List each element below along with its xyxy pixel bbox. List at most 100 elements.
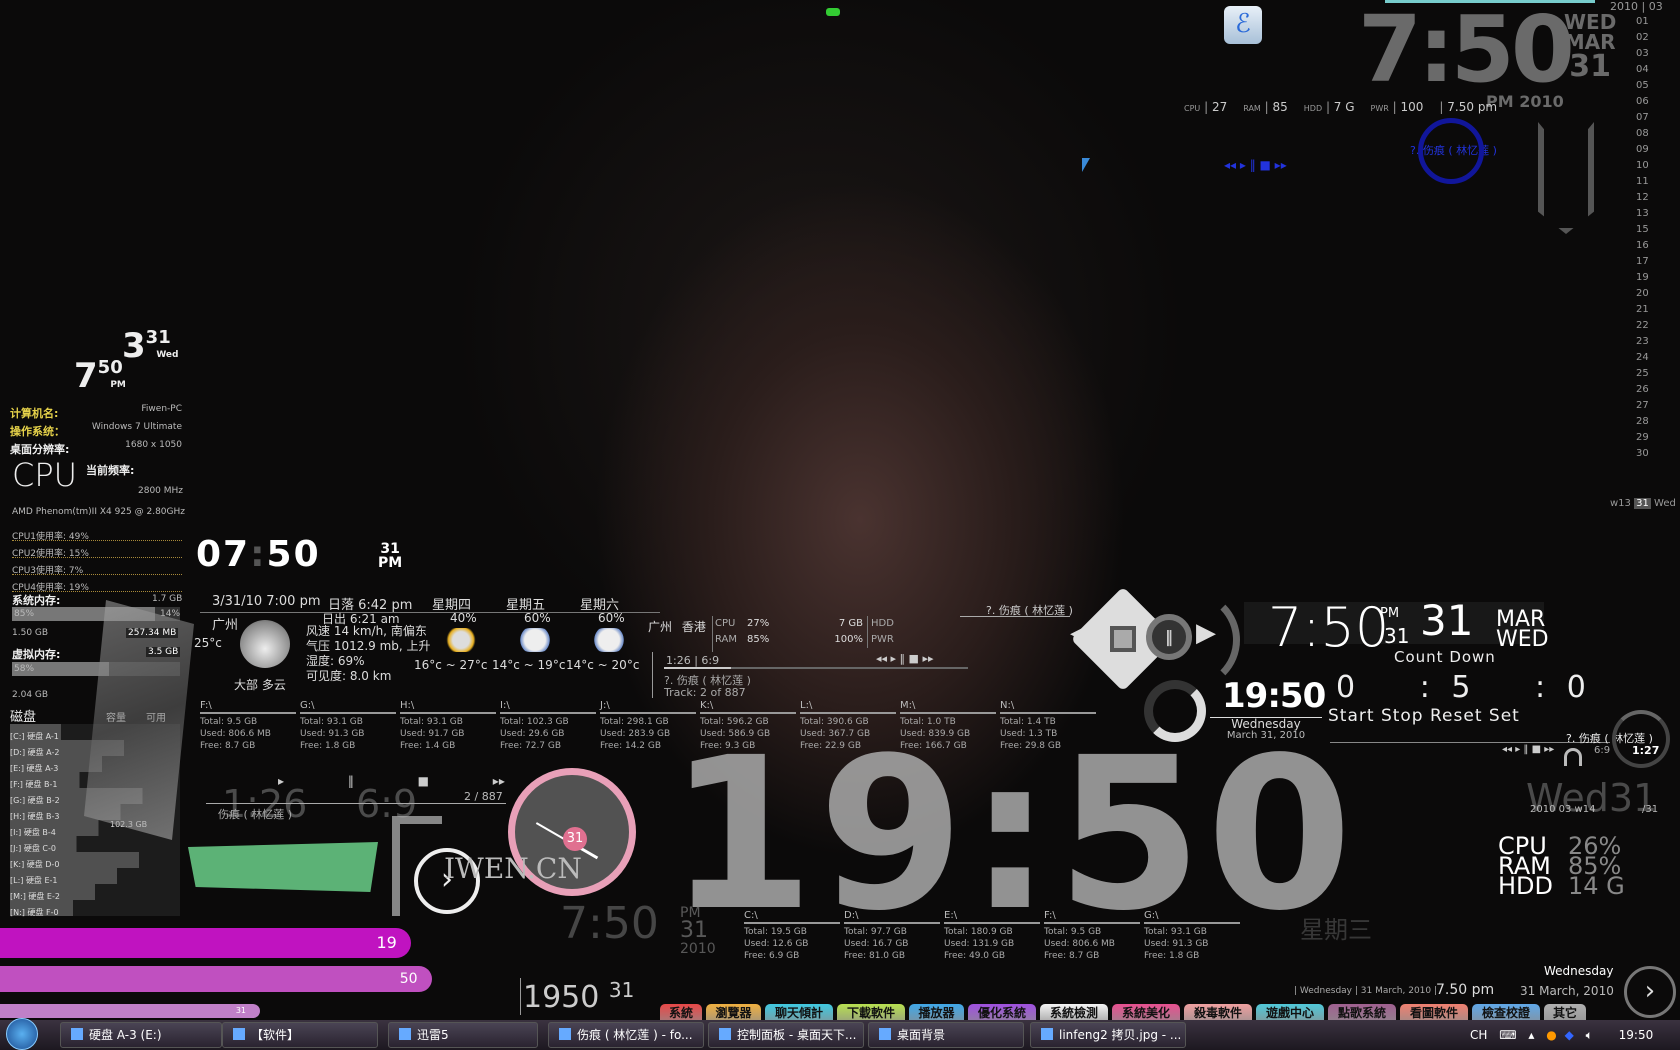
countdown-start-button[interactable]: Start	[1328, 706, 1375, 726]
forecast-pop: 60%	[524, 611, 551, 625]
mem-used-pct: 85%	[14, 609, 35, 619]
calendar-day[interactable]: 30	[1636, 448, 1649, 459]
music-controls[interactable]: ◂◂ ▸ ‖ ■ ▸▸	[876, 652, 934, 665]
top-ampm-year: PM 2010	[1486, 92, 1564, 111]
taskbar-item[interactable]: 桌面背景	[868, 1022, 1024, 1048]
mini-stats: CPU RAM 27% 85% 7 GB 100% HDD PWR	[712, 616, 942, 652]
mini-hdd-label: HDD	[871, 618, 894, 629]
calendar-day[interactable]: 10	[1636, 160, 1649, 171]
blue-player-controls[interactable]: ◂◂ ▸ ‖ ■ ▸▸	[1224, 158, 1287, 172]
logo-letter-f	[392, 816, 442, 916]
calendar-day[interactable]: 15	[1636, 224, 1649, 235]
time-bar: 31	[0, 1004, 260, 1018]
mini-pwr-label: PWR	[871, 634, 894, 645]
calendar-day[interactable]: 02	[1636, 32, 1649, 43]
disk-row[interactable]: [M:] 硬盘 E-2	[10, 884, 180, 901]
drive-total: Total: 93.1 GB	[300, 717, 363, 727]
calendar-day[interactable]: 03	[1636, 48, 1649, 59]
cpu-core-row: CPU1使用率: 49%	[12, 524, 182, 542]
city-list[interactable]: 广州 香港	[648, 618, 706, 635]
weather-wind: 风速 14 km/h, 南偏东	[306, 624, 427, 638]
right-clock-time: 7:50	[1268, 596, 1390, 659]
calendar-day[interactable]: 20	[1636, 288, 1649, 299]
sysinfo-row: 操作系统： Windows 7 Ultimate	[10, 420, 182, 438]
calendar-day[interactable]: 17	[1636, 256, 1649, 267]
music-seekbar[interactable]	[664, 667, 968, 669]
city-hongkong[interactable]: 香港	[682, 620, 706, 634]
calendar-day[interactable]: 16	[1636, 240, 1649, 251]
right-stat-value: 14 G	[1568, 872, 1625, 900]
calendar-day[interactable]: 22	[1636, 320, 1649, 331]
calendar-day[interactable]: 13	[1636, 208, 1649, 219]
taskbar-item-label: 迅雷5	[417, 1028, 449, 1042]
volume-icon[interactable]: 🔈︎	[1586, 1028, 1593, 1042]
disk-row[interactable]: [N:] 硬盘 F-0	[10, 900, 180, 917]
calendar-day[interactable]: 24	[1636, 352, 1649, 363]
drive-free: Free: 1.4 GB	[400, 741, 456, 751]
thunder-app-icon[interactable]: ℰ	[1224, 6, 1262, 44]
sysinfo-label: 操作系统：	[10, 425, 65, 438]
drive-free: Free: 1.8 GB	[300, 741, 356, 751]
taskbar-item[interactable]: linfeng2 拷贝.jpg - ...	[1030, 1022, 1186, 1048]
faint-dow: 星期三	[1300, 916, 1372, 944]
cursor-icon	[1082, 158, 1090, 172]
calendar-day[interactable]: 27	[1636, 400, 1649, 411]
bottom-dow: Wednesday	[1544, 964, 1614, 978]
calendar-day[interactable]: 29	[1636, 432, 1649, 443]
taskbar-item[interactable]: 伤痕 ( 林忆莲 ) - fo...	[548, 1022, 704, 1048]
calendar-day[interactable]: 05	[1636, 80, 1649, 91]
taskbar-item[interactable]: 【软件】	[222, 1022, 378, 1048]
right-player-controls[interactable]: ◂◂ ▸ ‖ ■ ▸▸	[1502, 744, 1554, 755]
taskbar-item-label: 桌面背景	[897, 1028, 946, 1042]
calendar-day[interactable]: 21	[1636, 304, 1649, 315]
disk-row[interactable]: [K:] 硬盘 D-0	[10, 852, 180, 869]
calendar-day[interactable]: 09	[1636, 144, 1649, 155]
calendar-day[interactable]: 26	[1636, 384, 1649, 395]
bottom-date: 31 March, 2010	[1520, 984, 1614, 998]
taskbar-clock[interactable]: 19:50	[1619, 1028, 1654, 1042]
language-indicator[interactable]: CH	[1470, 1028, 1487, 1042]
calendar-day[interactable]: 23	[1636, 336, 1649, 347]
taskbar-item[interactable]: 控制面板 - 桌面天下...	[708, 1022, 864, 1048]
calendar-day[interactable]: 04	[1636, 64, 1649, 75]
city-guangzhou[interactable]: 广州	[648, 620, 672, 634]
left-player-title: 伤痕 ( 林忆莲 )	[218, 808, 293, 821]
media-prev-button[interactable]: ◀	[1070, 618, 1090, 648]
calendar-day[interactable]: 01	[1636, 16, 1649, 27]
thunder-tray-icon[interactable]: ◆	[1565, 1028, 1574, 1042]
calendar-day[interactable]: 28	[1636, 416, 1649, 427]
digital-ampm: PM	[378, 555, 403, 571]
keyboard-icon[interactable]: ⌨	[1499, 1028, 1516, 1042]
tray-app-icon[interactable]: ●	[1546, 1028, 1556, 1042]
countdown-set-button[interactable]: Set	[1489, 706, 1520, 726]
left-dow: Wed	[156, 350, 179, 360]
calendar-day[interactable]: 25	[1636, 368, 1649, 379]
calendar-day[interactable]: 06	[1636, 96, 1649, 107]
right-player-ring-icon	[1612, 710, 1670, 768]
tray-expand-icon[interactable]: ▴	[1528, 1028, 1534, 1042]
start-button[interactable]	[6, 1018, 38, 1050]
disk-row[interactable]: [J:] 硬盘 C-0	[10, 836, 180, 853]
disk-row[interactable]: [L:] 硬盘 E-1	[10, 868, 180, 885]
sun-cloud-rain-icon	[444, 628, 478, 652]
small-clock-time: 19:50	[1222, 676, 1326, 716]
taskbar-item[interactable]: 迅雷5	[388, 1022, 538, 1048]
mem-free: 257.34 MB	[126, 628, 179, 638]
right-stat-hdd: HDD 14 G	[1498, 874, 1625, 898]
calendar-day[interactable]: 12	[1636, 192, 1649, 203]
calendar-day[interactable]: 07	[1636, 112, 1649, 123]
calendar-header: 2010 | 03	[1610, 0, 1663, 13]
calendar-day[interactable]: 08	[1636, 128, 1649, 139]
calendar-day[interactable]: 11	[1636, 176, 1649, 187]
right-player-total: 6:9	[1594, 745, 1611, 756]
sysinfo-value: Fiwen-PC	[141, 404, 182, 414]
taskbar-item[interactable]: 硬盘 A-3 (E:)	[60, 1022, 222, 1048]
drive-panel: H:\ Total: 93.1 GB Used: 91.7 GB Free: 1.4 …	[400, 700, 496, 752]
today[interactable]: 31	[1634, 498, 1651, 509]
calendar-day[interactable]: 19	[1636, 272, 1649, 283]
countdown-reset-button[interactable]: Reset	[1430, 706, 1483, 726]
mini-ram-label: RAM	[715, 634, 738, 645]
countdown-stop-button[interactable]: Stop	[1381, 706, 1424, 726]
strip-date: 31	[608, 978, 635, 1002]
mini-hdd: 7 GB	[838, 618, 863, 629]
